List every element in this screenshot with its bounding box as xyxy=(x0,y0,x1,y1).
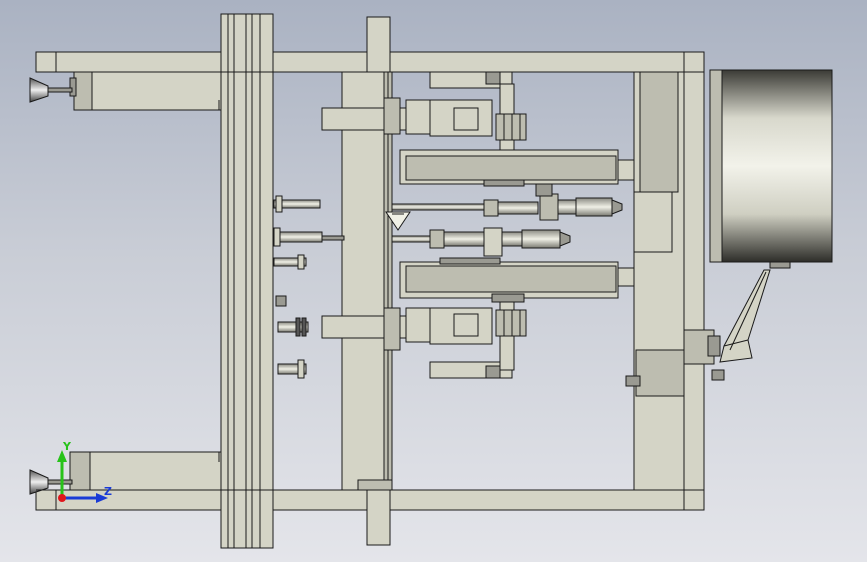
cad-viewport[interactable]: Y Z xyxy=(0,0,867,562)
assembly-model[interactable] xyxy=(0,0,867,562)
lower-spindle xyxy=(391,227,571,257)
coordinate-triad: Y Z xyxy=(48,438,118,508)
drive-motor xyxy=(709,69,833,269)
sensor-cluster xyxy=(273,195,345,379)
left-upper-bracket xyxy=(29,71,222,111)
cable-bracket xyxy=(719,269,771,363)
triad-z-label: Z xyxy=(104,485,112,498)
right-column xyxy=(625,71,725,491)
upper-slide-bar xyxy=(399,149,671,187)
upper-spindle xyxy=(391,183,623,221)
vertical-rail-set xyxy=(220,13,274,549)
left-slide-column xyxy=(341,71,393,491)
lower-slide-bar xyxy=(399,257,671,303)
triad-y-label: Y xyxy=(63,440,71,453)
